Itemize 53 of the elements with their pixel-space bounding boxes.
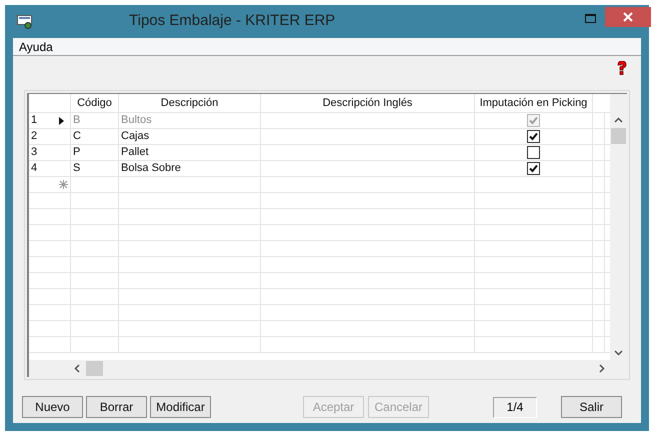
table-row[interactable]: [29, 241, 610, 257]
new-button[interactable]: Nuevo: [22, 396, 83, 418]
scroll-thumb[interactable]: [611, 128, 626, 144]
record-counter: 1/4: [493, 396, 537, 418]
row-number: 2: [31, 129, 38, 144]
scroll-right-icon[interactable]: [599, 364, 605, 373]
checkbox[interactable]: [527, 114, 540, 127]
scroll-down-icon[interactable]: [614, 350, 623, 356]
table-row[interactable]: [29, 321, 610, 337]
row-number: 4: [31, 161, 38, 176]
table-row[interactable]: [29, 273, 610, 289]
table-row[interactable]: 4 S Bolsa Sobre: [29, 161, 610, 177]
close-button[interactable]: [605, 7, 651, 27]
exit-button[interactable]: Salir: [561, 396, 622, 418]
current-row-icon: [59, 116, 64, 124]
table-cell-text: S: [73, 161, 80, 176]
table-row[interactable]: [29, 225, 610, 241]
menu-item[interactable]: Ayuda: [17, 38, 55, 56]
maximize-icon[interactable]: [585, 14, 596, 23]
table-row[interactable]: [29, 193, 610, 209]
table-row[interactable]: 3 P Pallet: [29, 145, 610, 161]
checkbox[interactable]: [527, 130, 540, 143]
column-header[interactable]: Código: [71, 94, 119, 112]
checkbox[interactable]: [527, 146, 540, 159]
scroll-thumb[interactable]: [86, 361, 103, 376]
scroll-up-icon[interactable]: [614, 117, 623, 123]
new-row-icon: [59, 180, 68, 189]
help-icon[interactable]: [615, 61, 629, 75]
column-header[interactable]: Imputación en Picking: [475, 94, 593, 112]
table-row[interactable]: 1 B Bultos: [29, 113, 610, 129]
scroll-left-icon[interactable]: [74, 364, 80, 373]
table-row[interactable]: [29, 305, 610, 321]
table-cell-text: Pallet: [121, 145, 149, 160]
row-number: 1: [31, 113, 38, 128]
close-icon[interactable]: [623, 12, 633, 22]
table-row[interactable]: [29, 289, 610, 305]
table-cell-text: Bultos: [121, 113, 152, 128]
table-cell-text: P: [73, 145, 80, 160]
table-row[interactable]: 2 C Cajas: [29, 129, 610, 145]
modify-button[interactable]: Modificar: [150, 396, 211, 418]
table-row[interactable]: [29, 257, 610, 273]
delete-button[interactable]: Borrar: [86, 396, 147, 418]
table-cell-text: Cajas: [121, 129, 150, 144]
window-title: Tipos Embalaje - KRITER ERP: [129, 11, 336, 32]
table-cell-text: C: [73, 129, 81, 144]
column-header[interactable]: Descripción Inglés: [261, 94, 475, 112]
app-icon: [17, 14, 33, 28]
column-header[interactable]: Descripción: [119, 94, 261, 112]
table-cell-text: Bolsa Sobre: [121, 161, 181, 176]
table-cell-text: B: [73, 113, 80, 128]
checkbox[interactable]: [527, 162, 540, 175]
row-number: 3: [31, 145, 38, 160]
table-row[interactable]: [29, 209, 610, 225]
